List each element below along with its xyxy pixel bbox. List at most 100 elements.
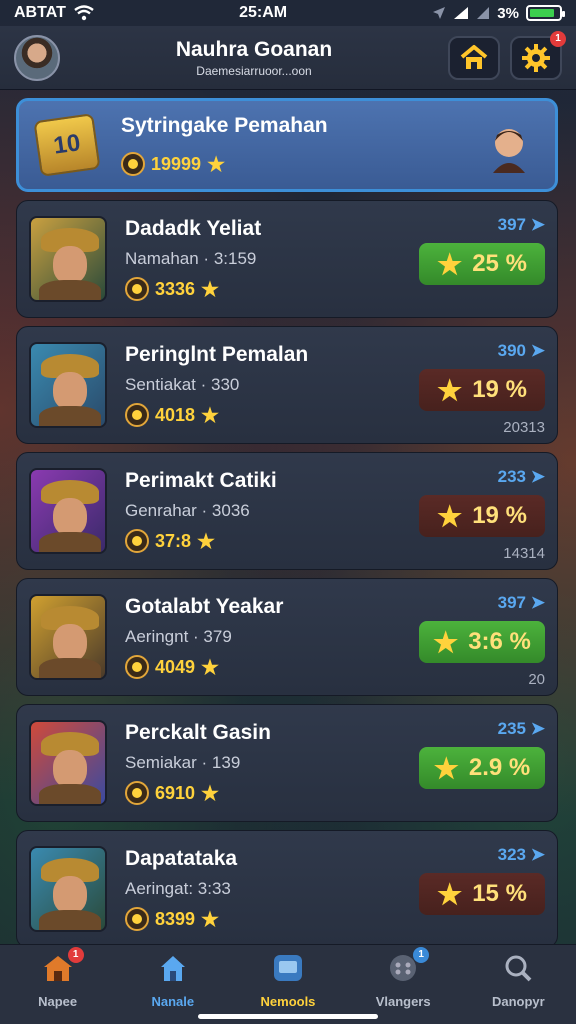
player-row[interactable]: Perckalt Gasin Semiakar · 139 6910 ★ 235…	[16, 704, 558, 822]
header: Nauhra Goanan Daemesiarruoor...oon 1	[0, 26, 576, 90]
home-button[interactable]	[448, 35, 500, 80]
score-value: 397	[497, 593, 527, 612]
score-value: 390	[497, 341, 527, 360]
location-icon	[433, 7, 446, 19]
score-value: 323	[497, 845, 527, 864]
coin-icon	[125, 781, 149, 805]
arrow-icon: ➤	[530, 593, 545, 612]
leaderboard-list: 10 Sytringake Pemahan 19999 ★ Dadadk Yel…	[16, 98, 558, 956]
percent-pill[interactable]: ★ 3:6 %	[419, 621, 545, 663]
tablet-icon	[271, 953, 305, 988]
arrow-icon: ➤	[530, 719, 545, 738]
score-value: 233	[497, 467, 527, 486]
coin-icon	[121, 152, 145, 176]
star-icon: ★	[437, 500, 463, 532]
percent-value: 25 %	[472, 250, 527, 277]
battery-fill	[529, 9, 554, 17]
percent-pill[interactable]: ★ 25 %	[419, 243, 545, 285]
tab-danopyr[interactable]: Danopyr	[468, 953, 568, 1009]
player-portrait	[29, 216, 107, 302]
player-row[interactable]: Perimakt Catiki Genrahar · 3036 37:8 ★ 2…	[16, 452, 558, 570]
face-shape	[53, 876, 87, 914]
body-shape	[39, 658, 101, 678]
home-indicator	[198, 1014, 378, 1019]
arrow-icon: ➤	[530, 845, 545, 864]
percent-pill[interactable]: ★ 19 %	[419, 369, 545, 411]
carrier-label: ABTAT	[14, 4, 66, 21]
player-row[interactable]: Dadadk Yeliat Namahan · 3:159 3336 ★ 397…	[16, 200, 558, 318]
body-shape	[39, 910, 101, 930]
player-row[interactable]: Dapatataka Aeringat: 3:33 8399 ★ 323 ➤ ★…	[16, 830, 558, 948]
tab-vlangers[interactable]: 1 Vlangers	[353, 946, 453, 1009]
cellular-icon	[477, 7, 490, 19]
header-subtitle: Daemesiarruoor...oon	[196, 63, 312, 78]
face-shape	[53, 498, 87, 536]
settings-badge: 1	[550, 30, 566, 47]
featured-title: Sytringake Pemahan	[121, 113, 328, 137]
score-value: 397	[497, 215, 527, 234]
arrow-icon: ➤	[530, 467, 545, 486]
coins-value: 3336	[155, 278, 196, 299]
face-shape	[53, 750, 87, 788]
featured-coins-value: 19999	[151, 153, 202, 174]
coins-value: 8399	[155, 908, 196, 929]
percent-pill[interactable]: ★ 15 %	[419, 873, 545, 915]
star-icon: ★	[437, 248, 463, 280]
coins-value: 4049	[155, 656, 196, 677]
star-icon: ★	[201, 908, 219, 931]
search-icon	[502, 953, 534, 988]
player-portrait	[29, 594, 107, 680]
star-icon: ★	[201, 278, 219, 301]
percent-pill[interactable]: ★ 2.9 %	[419, 747, 545, 789]
percent-value: 15 %	[472, 880, 527, 907]
percent-value: 19 %	[472, 502, 527, 529]
arrow-icon: ➤	[530, 215, 545, 234]
arrow-icon: ➤	[530, 341, 545, 360]
star-icon: ★	[433, 752, 459, 784]
profile-avatar[interactable]	[14, 34, 60, 81]
body-shape	[39, 784, 101, 804]
face-shape	[53, 624, 87, 662]
header-title: Nauhra Goanan	[175, 37, 333, 61]
player-row[interactable]: Peringlnt Pemalan Sentiakat · 330 4018 ★…	[16, 326, 558, 444]
player-portrait	[29, 720, 107, 806]
tab-label: Danopyr	[491, 993, 545, 1009]
tab-nemools[interactable]: Nemools	[238, 953, 338, 1009]
player-avatar-icon	[493, 129, 525, 173]
settings-button[interactable]: 1	[510, 30, 566, 80]
body-shape	[39, 406, 101, 426]
tab-badge: 1	[413, 946, 430, 963]
body-shape	[39, 532, 101, 552]
coin-icon	[125, 277, 149, 301]
player-row[interactable]: Gotalabt Yeakar Aeringnt · 379 4049 ★ 39…	[16, 578, 558, 696]
tab-napee[interactable]: 1 Napee	[8, 946, 108, 1009]
battery-icon	[525, 5, 565, 21]
percent-value: 19 %	[472, 376, 527, 403]
player-score: 235 ➤	[419, 719, 545, 739]
coin-icon	[125, 655, 149, 679]
body-shape	[39, 280, 101, 300]
star-icon: ★	[207, 153, 225, 176]
row-extra: 14314	[503, 545, 545, 562]
star-icon: ★	[201, 404, 219, 427]
star-icon: ★	[433, 626, 459, 658]
level-badge: 10	[33, 113, 101, 177]
player-score: 323 ➤	[419, 845, 545, 865]
star-icon: ★	[201, 656, 219, 679]
coins-value: 37:8	[155, 530, 192, 551]
gear-icon	[522, 43, 550, 72]
player-score: 397 ➤	[419, 215, 545, 235]
tab-label: Nemools	[260, 993, 316, 1009]
status-bar: ABTAT 25:AM 3%	[0, 0, 576, 26]
face-shape	[53, 246, 87, 284]
coin-icon	[125, 907, 149, 931]
player-score: 390 ➤	[419, 341, 545, 361]
tab-nanale[interactable]: Nanale	[123, 953, 223, 1009]
signal-icon	[454, 7, 469, 19]
score-value: 235	[497, 719, 527, 738]
percent-pill[interactable]: ★ 19 %	[419, 495, 545, 537]
featured-card[interactable]: 10 Sytringake Pemahan 19999 ★	[16, 98, 558, 192]
battery-percent: 3%	[497, 4, 519, 22]
face-shape	[53, 372, 87, 410]
tab-label: Vlangers	[375, 993, 431, 1009]
